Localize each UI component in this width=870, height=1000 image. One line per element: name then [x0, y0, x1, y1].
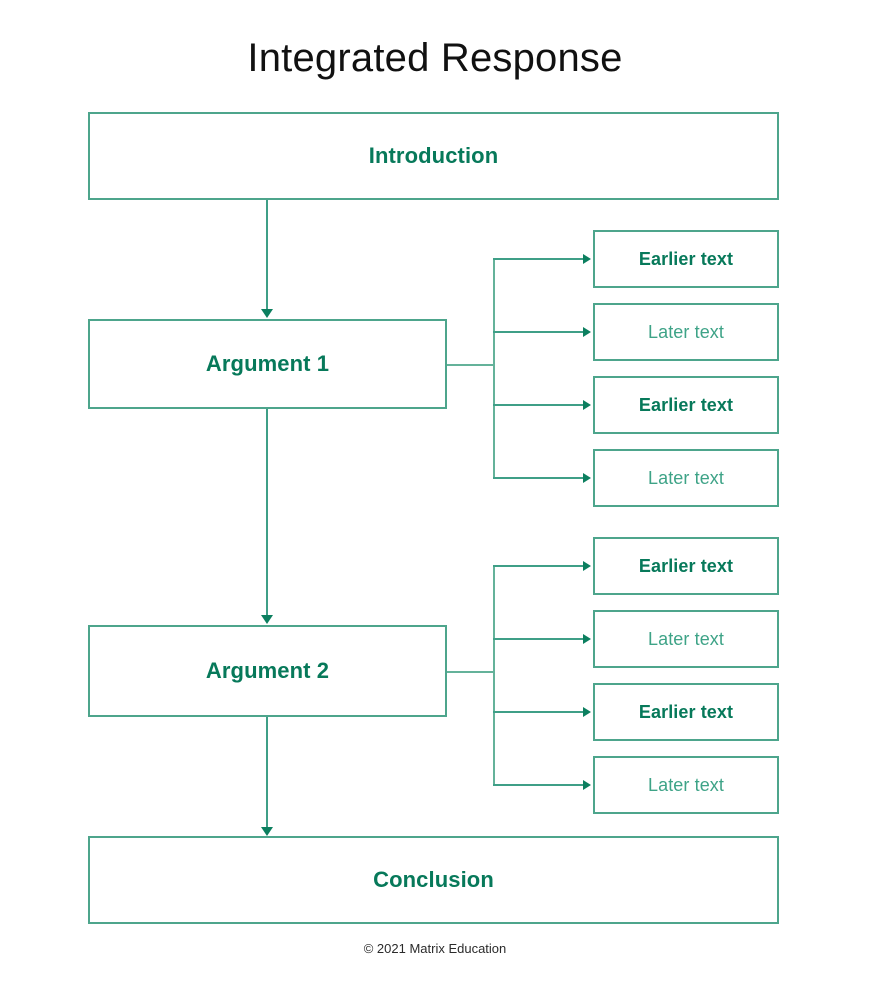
arrowhead-arg2-to-conclusion [261, 827, 273, 836]
connector-arg1-arm-1 [493, 258, 585, 260]
node-arg1-evidence-4-label: Later text [647, 467, 725, 488]
page-title: Integrated Response [247, 36, 623, 80]
node-introduction[interactable]: Introduction [88, 112, 779, 200]
arrowhead-arg2-arm-2 [583, 634, 591, 644]
node-arg1-evidence-3[interactable]: Earlier text [593, 376, 779, 434]
connector-arg2-arm-3 [493, 711, 585, 713]
arrowhead-intro-to-arg1 [261, 309, 273, 318]
connector-arg1-arm-2 [493, 331, 585, 333]
node-argument-2[interactable]: Argument 2 [88, 625, 447, 717]
connector-arg2-arm-2 [493, 638, 585, 640]
node-argument-1-label: Argument 1 [205, 351, 330, 376]
arrowhead-arg1-to-arg2 [261, 615, 273, 624]
arrowhead-arg1-arm-4 [583, 473, 591, 483]
connector-arg2-arm-1 [493, 565, 585, 567]
connector-arg2-to-conclusion [266, 717, 268, 829]
connector-arg1-to-arg2 [266, 409, 268, 617]
copyright-footer: © 2021 Matrix Education [363, 941, 507, 956]
connector-arg2-trunk [493, 565, 495, 784]
connector-intro-to-arg1 [266, 200, 268, 311]
connector-arg1-trunk [493, 259, 495, 478]
connector-arg2-arm-4 [493, 784, 585, 786]
node-arg2-evidence-2-label: Later text [647, 628, 725, 649]
connector-arg1-arm-3 [493, 404, 585, 406]
arrowhead-arg1-arm-2 [583, 327, 591, 337]
node-arg2-evidence-4-label: Later text [647, 774, 725, 795]
node-introduction-label: Introduction [368, 143, 499, 168]
node-arg2-evidence-3[interactable]: Earlier text [593, 683, 779, 741]
node-arg2-evidence-3-label: Earlier text [638, 701, 734, 722]
node-arg2-evidence-2[interactable]: Later text [593, 610, 779, 668]
node-arg2-evidence-1-label: Earlier text [638, 555, 734, 576]
node-arg1-evidence-1-label: Earlier text [638, 248, 734, 269]
node-arg2-evidence-4[interactable]: Later text [593, 756, 779, 814]
arrowhead-arg2-arm-4 [583, 780, 591, 790]
node-arg1-evidence-3-label: Earlier text [638, 394, 734, 415]
arrowhead-arg1-arm-1 [583, 254, 591, 264]
node-argument-1[interactable]: Argument 1 [88, 319, 447, 409]
node-arg1-evidence-2-label: Later text [647, 321, 725, 342]
node-arg1-evidence-4[interactable]: Later text [593, 449, 779, 507]
node-arg1-evidence-1[interactable]: Earlier text [593, 230, 779, 288]
node-arg2-evidence-1[interactable]: Earlier text [593, 537, 779, 595]
arrowhead-arg1-arm-3 [583, 400, 591, 410]
node-arg1-evidence-2[interactable]: Later text [593, 303, 779, 361]
connector-arg1-arm-4 [493, 477, 585, 479]
arrowhead-arg2-arm-1 [583, 561, 591, 571]
node-argument-2-label: Argument 2 [205, 658, 330, 683]
connector-arg2-stub [447, 671, 495, 673]
node-conclusion[interactable]: Conclusion [88, 836, 779, 924]
arrowhead-arg2-arm-3 [583, 707, 591, 717]
node-conclusion-label: Conclusion [373, 867, 494, 892]
diagram-canvas: Integrated Response Introduction Argumen… [0, 0, 870, 1000]
connector-arg1-stub [447, 364, 495, 366]
